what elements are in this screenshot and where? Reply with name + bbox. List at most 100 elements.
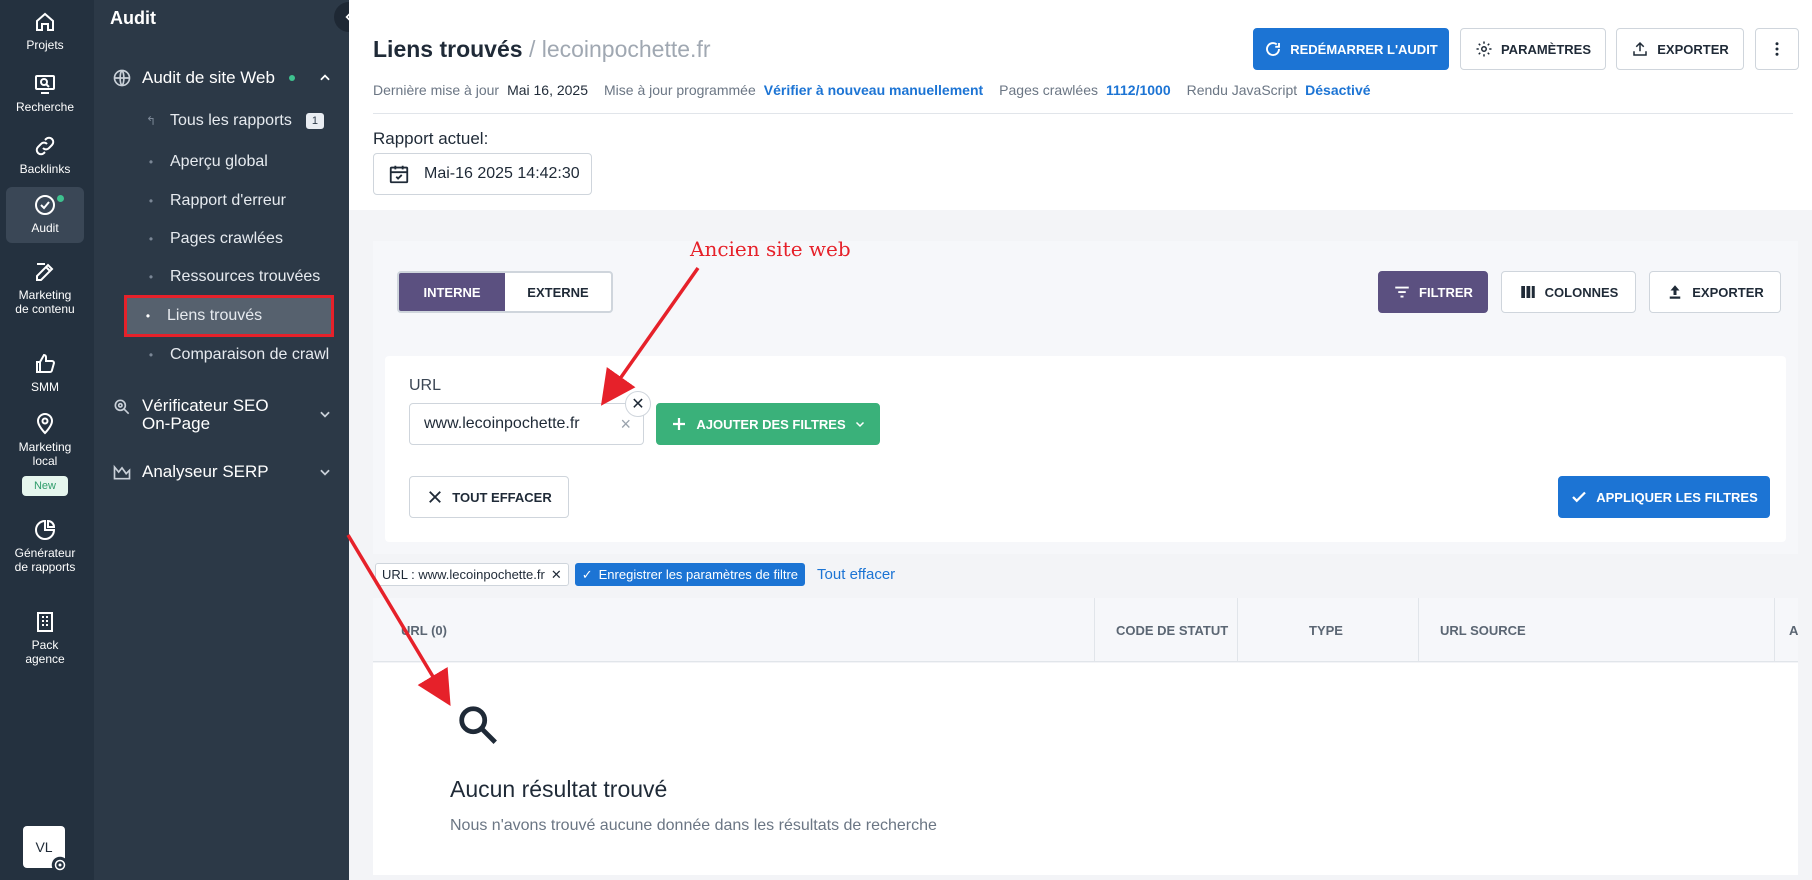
rail-item-smm[interactable]: SMM (6, 352, 84, 394)
js-value[interactable]: Désactivé (1305, 82, 1370, 98)
clear-all-link[interactable]: Tout effacer (817, 566, 895, 583)
bullet-icon: • (145, 309, 151, 323)
sidebar-group-audit-site[interactable]: Audit de site Web (112, 68, 332, 88)
sidebar-item-label: Pages crawlées (170, 230, 283, 247)
area-chart-icon (113, 464, 131, 480)
save-filter-settings-button[interactable]: ✓ Enregistrer les paramètres de filtre (574, 563, 806, 586)
add-filters-button[interactable]: AJOUTER DES FILTRES (656, 403, 880, 445)
rail-label: Pack agence (25, 638, 65, 666)
report-date-picker[interactable]: Mai-16 2025 14:42:30 (373, 153, 592, 195)
report-date-value: Mai-16 2025 14:42:30 (424, 165, 580, 182)
gear-icon[interactable] (51, 856, 69, 874)
pages-value[interactable]: 1112/1000 (1106, 82, 1171, 98)
url-filter-value: www.lecoinpochette.fr (424, 415, 580, 432)
count-badge: 1 (305, 113, 324, 129)
bullet-icon: • (148, 155, 154, 169)
status-dot (57, 195, 64, 202)
scheduled-link[interactable]: Vérifier à nouveau manuellement (764, 82, 983, 98)
sidebar-item-label: Aperçu global (170, 153, 268, 170)
search-gear-icon (114, 399, 130, 415)
rail-item-pack-agence[interactable]: Pack agence (6, 610, 84, 666)
close-icon[interactable]: ✕ (551, 567, 562, 583)
apply-filters-button[interactable]: APPLIQUER LES FILTRES (1558, 476, 1770, 518)
rail-item-recherche[interactable]: Recherche (6, 72, 84, 114)
more-options-button[interactable] (1755, 28, 1799, 70)
column-truncated[interactable]: A (1789, 598, 1798, 662)
links-table-header: URL (0) CODE DE STATUT TYPE URL SOURCE A (373, 598, 1798, 662)
calendar-icon (389, 165, 409, 184)
chevron-down-icon (320, 469, 330, 476)
save-filter-label: Enregistrer les paramètres de filtre (598, 567, 799, 582)
rail-item-projets[interactable]: Projets (6, 10, 84, 52)
columns-label: COLONNES (1544, 284, 1619, 300)
column-source-url[interactable]: URL SOURCE (1440, 598, 1526, 662)
sidebar-group-seo-onpage[interactable]: Vérificateur SEO On-Page (112, 397, 332, 433)
rail-item-generateur-rapports[interactable]: Générateur de rapports (6, 518, 84, 574)
empty-state-title: Aucun résultat trouvé (450, 776, 668, 802)
last-update-value: Mai 16, 2025 (507, 82, 589, 98)
sidebar-item-label: Comparaison de crawl (170, 346, 330, 363)
tab-interne[interactable]: INTERNE (399, 273, 505, 311)
icon-rail: Projets Recherche Backlinks Audit Market… (0, 0, 94, 880)
rail-item-audit[interactable]: Audit (6, 187, 84, 243)
bullet-icon: • (148, 270, 154, 284)
rail-label: Backlinks (19, 162, 71, 176)
clear-input-icon[interactable]: × (620, 414, 631, 435)
clear-all-button[interactable]: TOUT EFFACER (409, 476, 569, 518)
filter-lines-icon (1395, 286, 1409, 298)
sidebar-item-liens-trouves[interactable]: • Liens trouvés (124, 295, 334, 337)
audit-meta: Dernière mise à jour Mai 16, 2025 Mise à… (373, 82, 1379, 98)
new-badge: New (21, 476, 68, 496)
column-type[interactable]: TYPE (1309, 598, 1343, 662)
tab-externe[interactable]: EXTERNE (505, 273, 611, 311)
column-url[interactable]: URL (0) (401, 598, 447, 662)
url-filter-input[interactable]: www.lecoinpochette.fr × (409, 403, 644, 445)
column-divider (1774, 598, 1775, 662)
sidebar-item-rapport-erreur[interactable]: • Rapport d'erreur (144, 192, 286, 210)
sidebar-item-ressources-trouvees[interactable]: • Ressources trouvées (144, 268, 320, 286)
sidebar-item-tous-rapports[interactable]: ↰ Tous les rapports 1 (144, 112, 324, 130)
remove-filter-icon[interactable]: ✕ (625, 391, 651, 417)
js-label: Rendu JavaScript (1186, 82, 1298, 98)
bullet-icon: • (148, 232, 154, 246)
sidebar-item-comparaison-crawl[interactable]: • Comparaison de crawl (144, 346, 329, 364)
rail-item-backlinks[interactable]: Backlinks (6, 134, 84, 176)
columns-button[interactable]: COLONNES (1501, 271, 1636, 313)
export-table-button[interactable]: EXPORTER (1649, 271, 1781, 313)
column-status-code[interactable]: CODE DE STATUT (1116, 598, 1228, 662)
check-icon (1572, 491, 1587, 503)
column-divider (1418, 598, 1419, 662)
page-title: Liens trouvés / lecoinpochette.fr (373, 36, 711, 63)
filter-button[interactable]: FILTRER (1378, 271, 1488, 313)
rail-item-marketing-contenu[interactable]: Marketing de contenu (6, 260, 84, 316)
chevron-down-icon (320, 411, 330, 418)
sidebar-title: Audit (110, 8, 156, 28)
return-arrow-icon: ↰ (145, 114, 157, 128)
sidebar-group-analyseur-serp[interactable]: Analyseur SERP (112, 462, 332, 482)
annotation-label: Ancien site web (690, 237, 851, 261)
active-filters-row: URL : www.lecoinpochette.fr ✕ ✓ Enregist… (375, 563, 895, 586)
link-icon (35, 136, 55, 156)
chevron-down-icon (855, 421, 864, 428)
sidebar-item-apercu-global[interactable]: • Aperçu global (144, 153, 268, 171)
search-icon (459, 706, 497, 744)
avatar[interactable]: VL (23, 826, 69, 874)
pages-label: Pages crawlées (999, 82, 1098, 98)
rail-label: Marketing local (18, 440, 72, 468)
export-header-label: EXPORTER (1657, 41, 1729, 57)
links-table-body (373, 663, 1798, 875)
export-header-button[interactable]: EXPORTER (1616, 28, 1744, 70)
building-icon (37, 612, 53, 632)
settings-button[interactable]: PARAMÈTRES (1460, 28, 1606, 70)
restart-audit-button[interactable]: REDÉMARRER L'AUDIT (1253, 28, 1449, 70)
active-filter-tag[interactable]: URL : www.lecoinpochette.fr ✕ (375, 563, 569, 586)
restart-audit-label: REDÉMARRER L'AUDIT (1290, 41, 1438, 57)
url-filter-label: URL (409, 377, 442, 394)
search-screen-icon (35, 75, 55, 94)
avatar-initials: VL (35, 839, 53, 855)
more-vertical-icon (1775, 42, 1779, 56)
sidebar-item-pages-crawlees[interactable]: • Pages crawlées (144, 230, 283, 248)
rail-label: Générateur de rapports (14, 546, 76, 574)
rail-item-marketing-local[interactable]: Marketing local New (6, 412, 84, 496)
column-divider (1094, 598, 1095, 662)
